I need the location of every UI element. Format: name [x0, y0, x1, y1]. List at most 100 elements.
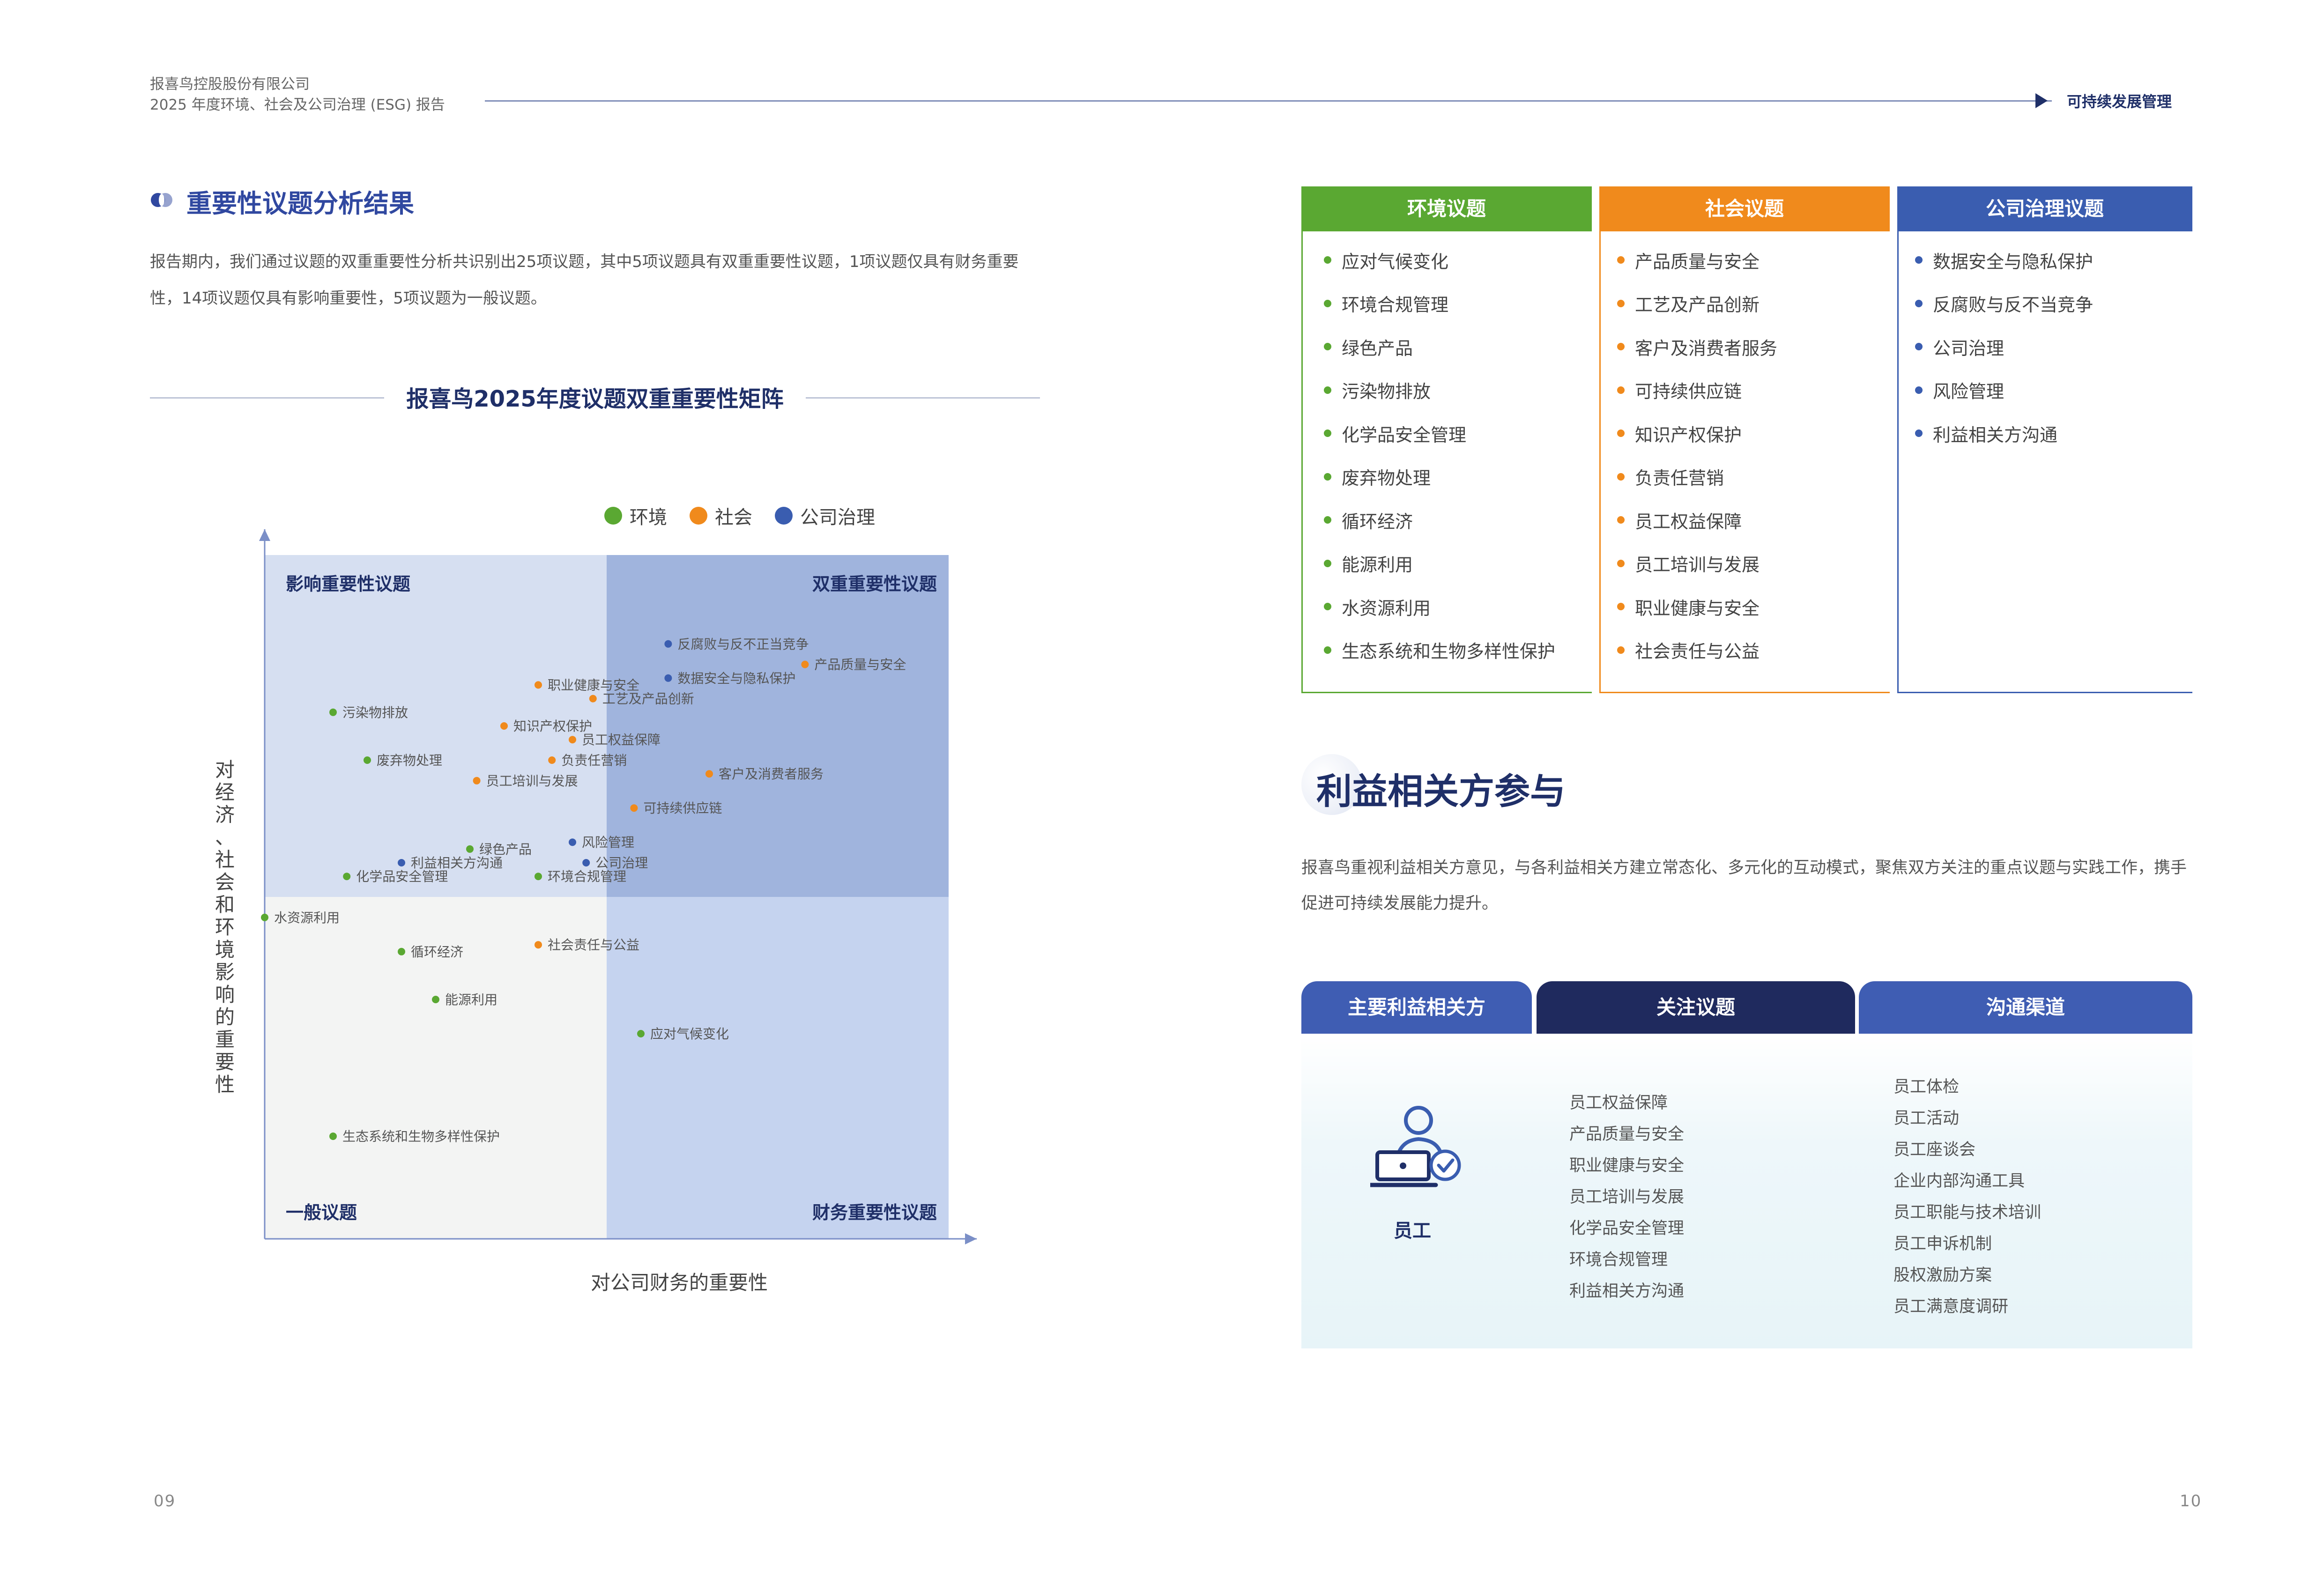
category-item-label: 职业健康与安全 [1635, 598, 1760, 619]
category-item: 客户及消费者服务 [1617, 325, 1890, 369]
x-axis-arrow-icon [965, 1233, 977, 1244]
quadrant-top-right [607, 555, 949, 897]
chart-point-label-3: 数据安全与隐私保护 [677, 671, 795, 686]
chart-point-label-0: 反腐败与反不正当竞争 [677, 637, 809, 652]
header-divider [485, 100, 2052, 102]
bullet-icon [1324, 473, 1331, 481]
category-item-label: 绿色产品 [1342, 338, 1413, 359]
bullet-icon [1324, 646, 1331, 654]
bullet-icon [1915, 343, 1923, 351]
bullet-icon [1324, 299, 1331, 307]
category-item: 反腐败与反不当竞争 [1915, 282, 2192, 326]
employee-channel-item: 股权激励方案 [1893, 1266, 1992, 1285]
category-item: 循环经济 [1324, 498, 1592, 542]
matrix-title-rule-left [150, 397, 384, 399]
header-section: 可持续发展管理 [2067, 93, 2172, 111]
section-bullet-icon [151, 193, 172, 207]
category-item-label: 可持续供应链 [1635, 381, 1742, 402]
bullet-icon [1915, 386, 1923, 394]
y-axis-label: 对经济、社会和环境影响的重要性 [215, 758, 235, 1096]
employee-channel-item: 员工职能与技术培训 [1893, 1203, 2042, 1222]
category-item-label: 废弃物处理 [1342, 468, 1431, 489]
employee-topic-item: 化学品安全管理 [1569, 1219, 1685, 1238]
chart-point-label-23: 应对气候变化 [650, 1026, 729, 1042]
chart-point-13 [569, 838, 576, 846]
bullet-icon [1324, 386, 1331, 394]
materiality-title: 重要性议题分析结果 [186, 189, 414, 218]
bullet-icon [1617, 343, 1625, 351]
page-number-left: 09 [154, 1492, 176, 1510]
category-item-label: 利益相关方沟通 [1933, 424, 2058, 445]
bullet-icon [1617, 256, 1625, 264]
category-item-label: 应对气候变化 [1342, 251, 1449, 272]
category-item: 可持续供应链 [1617, 369, 1890, 412]
bullet-icon [1324, 559, 1331, 567]
bullet-icon [1617, 386, 1625, 394]
matrix-title: 报喜鸟2025年度议题双重重要性矩阵 [406, 386, 784, 412]
materiality-intro: 报告期内，我们通过议题的双重重要性分析共识别出25项议题，其中5项议题具有双重重… [150, 252, 1019, 308]
category-item: 职业健康与安全 [1617, 585, 1890, 629]
materiality-matrix-chart: 影响重要性议题 双重重要性议题 一般议题 财务重要性议题 反腐败与反不正当竞争产… [259, 529, 977, 1244]
chart-point-12 [630, 804, 638, 812]
matrix-title-rule-right [806, 397, 1040, 399]
tab-main-stakeholders: 主要利益相关方 [1301, 981, 1532, 1034]
employee-topic-item: 职业健康与安全 [1569, 1156, 1685, 1175]
chart-point-21 [398, 948, 405, 955]
category-item-label: 数据安全与隐私保护 [1933, 251, 2094, 272]
bullet-icon [1915, 299, 1923, 307]
employee-channel-item: 员工申诉机制 [1893, 1235, 1992, 1253]
bullet-icon [1617, 299, 1625, 307]
header-company-block: 报喜鸟控股股份有限公司 2025 年度环境、社会及公司治理 (ESG) 报告 [150, 74, 445, 115]
category-item-label: 水资源利用 [1342, 598, 1431, 619]
employee-topic-item: 员工权益保障 [1569, 1094, 1668, 1112]
employee-channels-list: 员工体检 员工活动 员工座谈会 企业内部沟通工具 员工职能与技术培训 员工申诉机制 股权激励… [1893, 1072, 2041, 1323]
category-item: 生态系统和生物多样性保护 [1324, 629, 1592, 672]
x-axis-label: 对公司财务的重要性 [590, 1271, 768, 1294]
stakeholder-employee-panel [1301, 1034, 2192, 1348]
employee-topic-item: 环境合规管理 [1569, 1251, 1668, 1269]
bullet-icon [1915, 429, 1923, 437]
category-item: 风险管理 [1915, 369, 2192, 412]
chart-point-24 [329, 1133, 337, 1140]
chart-point-2 [535, 681, 542, 689]
category-item: 员工权益保障 [1617, 498, 1890, 542]
employee-channel-item: 员工体检 [1893, 1078, 1960, 1096]
category-item-label: 负责任营销 [1635, 468, 1724, 489]
chart-point-17 [343, 873, 351, 881]
chart-point-6 [500, 722, 508, 730]
employee-channel-item: 员工满意度调研 [1893, 1297, 2009, 1316]
header-arrow-icon [2035, 93, 2048, 108]
chart-point-4 [589, 695, 597, 703]
employee-topic-item: 员工培训与发展 [1569, 1188, 1685, 1207]
category-item-label: 风险管理 [1933, 381, 2005, 402]
chart-point-label-6: 知识产权保护 [513, 718, 592, 734]
category-item: 能源利用 [1324, 542, 1592, 585]
bullet-icon [1617, 559, 1625, 567]
header-company: 报喜鸟控股股份有限公司 [150, 76, 310, 93]
chart-point-label-9: 负责任营销 [561, 753, 627, 768]
chart-point-3 [664, 674, 672, 682]
chart-point-1 [801, 660, 809, 668]
quadrant-label-top-right: 双重重要性议题 [812, 574, 937, 594]
chart-point-label-8: 废弃物处理 [377, 753, 442, 768]
y-axis-arrow-icon [259, 529, 270, 541]
employee-topics-list: 员工权益保障 产品质量与安全 职业健康与安全 员工培训与发展 化学品安全管理 环境合规管理… [1569, 1088, 1684, 1307]
quadrant-label-bottom-left: 一般议题 [286, 1202, 357, 1223]
category-item: 负责任营销 [1617, 455, 1890, 499]
stakeholder-employee-label: 员工 [1394, 1220, 1431, 1242]
bullet-icon [1617, 646, 1625, 654]
chart-point-label-19: 水资源利用 [274, 910, 340, 925]
bullet-icon [1617, 473, 1625, 481]
chart-point-23 [637, 1030, 645, 1037]
chart-point-8 [364, 756, 371, 764]
chart-point-label-4: 工艺及产品创新 [602, 691, 694, 707]
chart-point-19 [261, 913, 268, 921]
category-item-label: 工艺及产品创新 [1635, 295, 1760, 316]
chart-point-label-5: 污染物排放 [342, 705, 408, 720]
category-item: 绿色产品 [1324, 325, 1592, 369]
bullet-icon [1617, 603, 1625, 611]
chart-point-5 [329, 708, 337, 716]
category-item-label: 公司治理 [1933, 338, 2005, 359]
chart-point-label-18: 环境合规管理 [548, 869, 626, 884]
category-item: 社会责任与公益 [1617, 629, 1890, 672]
